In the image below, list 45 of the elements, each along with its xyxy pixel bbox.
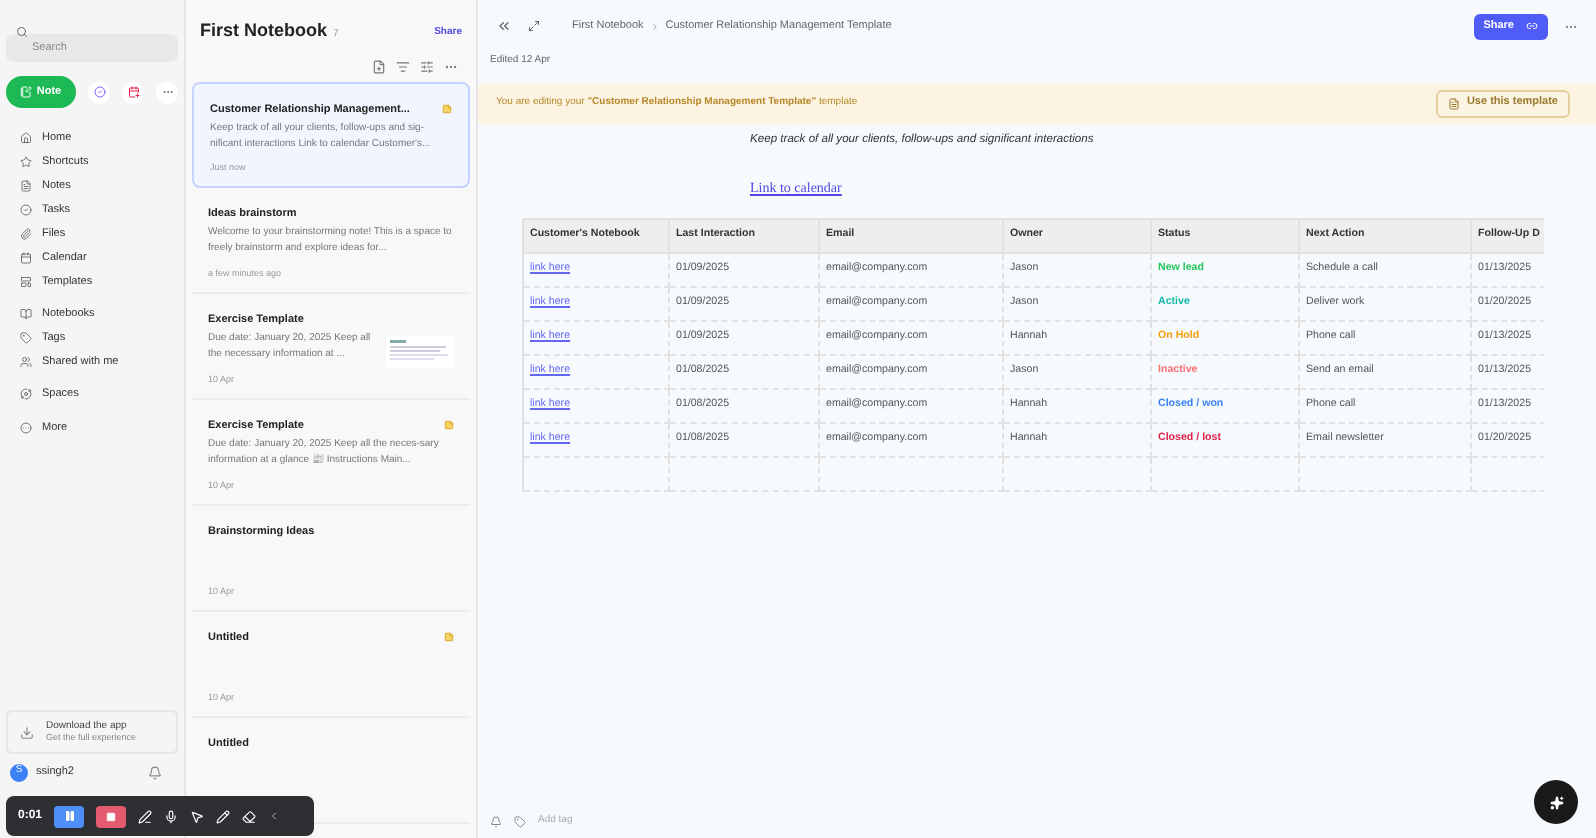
notebook-icon [20, 308, 32, 320]
collapse-icon[interactable] [268, 810, 281, 822]
template-icon [1448, 97, 1461, 109]
download-icon [20, 725, 34, 739]
note-icon [20, 180, 32, 192]
pause-icon [63, 810, 76, 822]
cursor-icon[interactable] [190, 809, 205, 823]
chevron-icon [649, 21, 660, 31]
sort-icon[interactable] [396, 59, 410, 73]
calendar-icon [20, 252, 32, 264]
template-icon [20, 276, 32, 288]
paperclip-icon [20, 228, 32, 240]
link-icon [1526, 20, 1538, 32]
stop-button[interactable] [96, 805, 127, 827]
check-circle-icon [20, 204, 32, 216]
annotate-icon[interactable] [138, 809, 153, 823]
eraser-icon[interactable] [242, 809, 257, 823]
notebook-title: First Notebook [200, 18, 328, 44]
more-icon [20, 422, 32, 434]
calendar-icon [127, 86, 139, 98]
collapse-icon[interactable] [496, 18, 512, 34]
reminder-icon[interactable] [490, 816, 502, 828]
template-badge-icon [444, 420, 454, 431]
pause-button[interactable] [54, 805, 85, 827]
search-icon [16, 26, 28, 38]
template-badge-icon [442, 104, 452, 115]
sparkle-icon [1549, 795, 1563, 809]
home-icon [20, 132, 32, 144]
star-icon [20, 156, 32, 168]
orbit-icon [20, 388, 32, 400]
note-icon [20, 86, 33, 98]
pencil-icon[interactable] [216, 809, 231, 823]
calendar-button[interactable] [122, 81, 144, 103]
tag-icon[interactable] [514, 816, 526, 828]
check-circle-icon [93, 86, 105, 98]
tag-icon [20, 332, 32, 344]
people-icon [20, 356, 32, 368]
ai-assistant-button[interactable] [1534, 780, 1578, 824]
filter-icon[interactable] [420, 59, 434, 73]
bell-icon[interactable] [148, 765, 162, 779]
task-button[interactable] [88, 81, 110, 103]
stop-icon [106, 811, 117, 821]
new-note-icon[interactable] [372, 59, 386, 73]
template-badge-icon [444, 632, 454, 643]
microphone-icon[interactable] [164, 809, 179, 823]
